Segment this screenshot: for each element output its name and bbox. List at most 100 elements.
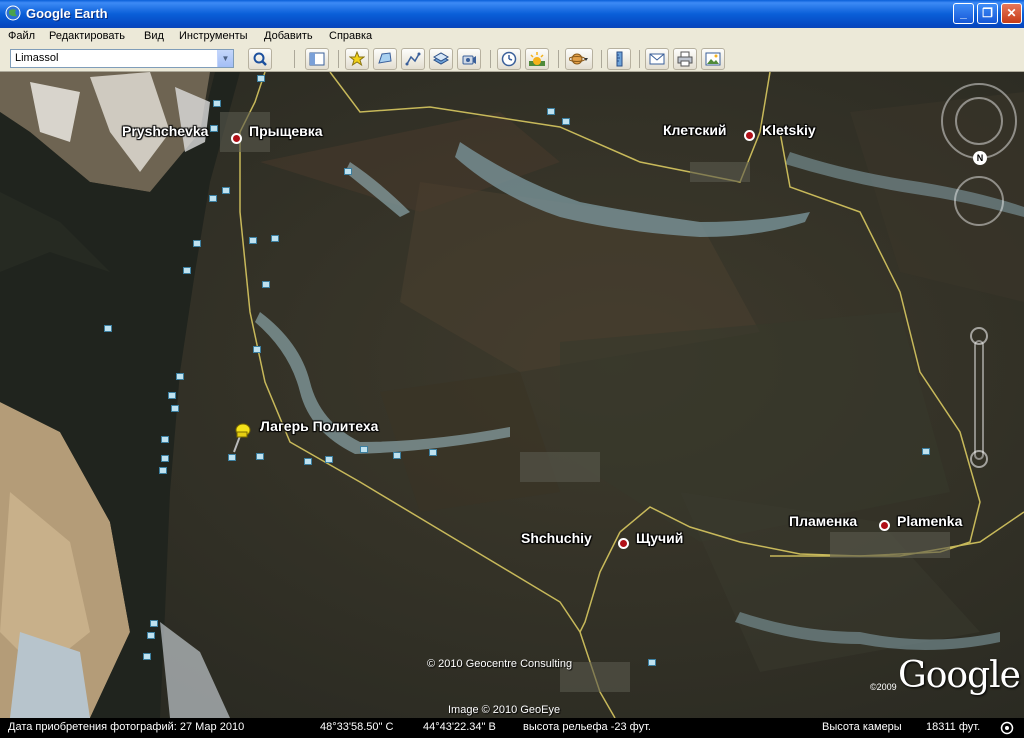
copyright-google-year: ©2009 [870, 682, 897, 692]
menu-add[interactable]: Добавить [264, 30, 313, 42]
photo-marker[interactable] [562, 118, 570, 125]
zoom-slider[interactable] [974, 340, 984, 460]
sidebar-button[interactable] [305, 48, 329, 70]
map-view[interactable]: Pryshchevka Прыщевка Клетский Kletskiy Л… [0, 72, 1024, 718]
email-button[interactable] [645, 48, 669, 70]
photo-marker[interactable] [429, 449, 437, 456]
photo-marker[interactable] [256, 453, 264, 460]
zoom-out-button[interactable] [970, 450, 988, 468]
close-button[interactable]: ✕ [1001, 3, 1022, 24]
place-label-plamenka-ru[interactable]: Пламенка [789, 513, 857, 529]
place-marker-plamenka[interactable] [879, 520, 890, 531]
copyright-geocentre: © 2010 Geocentre Consulting [427, 658, 573, 670]
historical-imagery-button[interactable] [497, 48, 521, 70]
photo-marker[interactable] [183, 267, 191, 274]
toolbar-separator [639, 50, 640, 68]
search-button[interactable] [248, 48, 272, 70]
menu-view[interactable]: Вид [144, 30, 164, 42]
save-image-icon [705, 52, 721, 66]
photo-marker[interactable] [147, 632, 155, 639]
photo-marker[interactable] [171, 405, 179, 412]
window-title: Google Earth [26, 6, 108, 21]
look-joystick-inner[interactable] [955, 97, 1003, 145]
historical-imagery-icon [501, 51, 517, 67]
photo-marker[interactable] [648, 659, 656, 666]
photo-marker[interactable] [159, 467, 167, 474]
place-label-pryshchevka[interactable]: Pryshchevka [122, 123, 208, 139]
path-button[interactable] [401, 48, 425, 70]
google-logo: Google [898, 655, 1021, 696]
place-label-plamenka[interactable]: Plamenka [897, 513, 962, 529]
photo-marker[interactable] [161, 436, 169, 443]
photo-marker[interactable] [922, 448, 930, 455]
search-input[interactable]: Limassol ▼ [10, 49, 234, 68]
minimize-button[interactable]: _ [953, 3, 974, 24]
photo-marker[interactable] [393, 452, 401, 459]
save-image-button[interactable] [701, 48, 725, 70]
image-overlay-button[interactable] [429, 48, 453, 70]
photo-marker[interactable] [150, 620, 158, 627]
place-marker-pryshchevka[interactable] [231, 133, 242, 144]
menu-edit[interactable]: Редактировать [49, 30, 125, 42]
sidebar-icon [309, 52, 325, 66]
print-button[interactable] [673, 48, 697, 70]
chevron-down-icon[interactable]: ▼ [217, 50, 233, 67]
place-label-kletskiy-ru[interactable]: Клетский [663, 122, 727, 138]
photo-marker[interactable] [344, 168, 352, 175]
place-label-pryshchevka-ru[interactable]: Прыщевка [249, 123, 323, 139]
planets-button[interactable] [565, 48, 593, 70]
photo-marker[interactable] [304, 458, 312, 465]
zoom-in-button[interactable] [970, 327, 988, 345]
toolbar-separator [294, 50, 295, 68]
toolbar-separator [601, 50, 602, 68]
place-label-shchuchiy[interactable]: Shchuchiy [521, 530, 592, 546]
photo-marker[interactable] [360, 446, 368, 453]
photo-marker[interactable] [257, 75, 265, 82]
record-tour-icon [462, 55, 476, 65]
record-tour-button[interactable] [457, 48, 481, 70]
menu-file[interactable]: Файл [8, 30, 35, 42]
camera-altitude-label: Высота камеры [822, 721, 902, 733]
compass-north-button[interactable]: N [973, 151, 987, 165]
photo-marker[interactable] [193, 240, 201, 247]
photo-marker[interactable] [228, 454, 236, 461]
place-label-shchuchiy-ru[interactable]: Щучий [636, 530, 683, 546]
menu-bar: Файл Редактировать Вид Инструменты Добав… [0, 28, 1024, 46]
photo-marker[interactable] [104, 325, 112, 332]
copyright-geoeye: Image © 2010 GeoEye [448, 704, 561, 716]
search-value: Limassol [15, 52, 59, 64]
place-marker-shchuchiy[interactable] [618, 538, 629, 549]
imagery-date: Дата приобретения фотографий: 27 Мар 201… [8, 721, 245, 733]
menu-tools[interactable]: Инструменты [179, 30, 248, 42]
photo-marker[interactable] [249, 237, 257, 244]
move-joystick[interactable] [954, 176, 1004, 226]
planets-icon [569, 53, 588, 65]
latitude-readout: 48°33'58.50" С [320, 721, 394, 733]
photo-marker[interactable] [210, 125, 218, 132]
toolbar-separator [558, 50, 559, 68]
photo-marker[interactable] [143, 653, 151, 660]
photo-marker[interactable] [161, 455, 169, 462]
photo-marker[interactable] [209, 195, 217, 202]
photo-marker[interactable] [176, 373, 184, 380]
polygon-button[interactable] [373, 48, 397, 70]
place-label-lager[interactable]: Лагерь Политеха [260, 418, 378, 434]
place-label-kletskiy[interactable]: Kletskiy [762, 122, 816, 138]
status-bar: Дата приобретения фотографий: 27 Мар 201… [0, 718, 1024, 738]
photo-marker[interactable] [168, 392, 176, 399]
google-earth-icon [5, 5, 21, 21]
photo-marker[interactable] [213, 100, 221, 107]
photo-marker[interactable] [271, 235, 279, 242]
ruler-button[interactable] [607, 48, 631, 70]
photo-marker[interactable] [547, 108, 555, 115]
photo-marker[interactable] [222, 187, 230, 194]
photo-marker[interactable] [262, 281, 270, 288]
maximize-button[interactable]: ❐ [977, 3, 998, 24]
menu-help[interactable]: Справка [329, 30, 372, 42]
pushpin-icon[interactable] [228, 420, 254, 454]
photo-marker[interactable] [325, 456, 333, 463]
sunlight-button[interactable] [525, 48, 549, 70]
photo-marker[interactable] [253, 346, 261, 353]
place-marker-kletskiy[interactable] [744, 130, 755, 141]
placemark-button[interactable] [345, 48, 369, 70]
